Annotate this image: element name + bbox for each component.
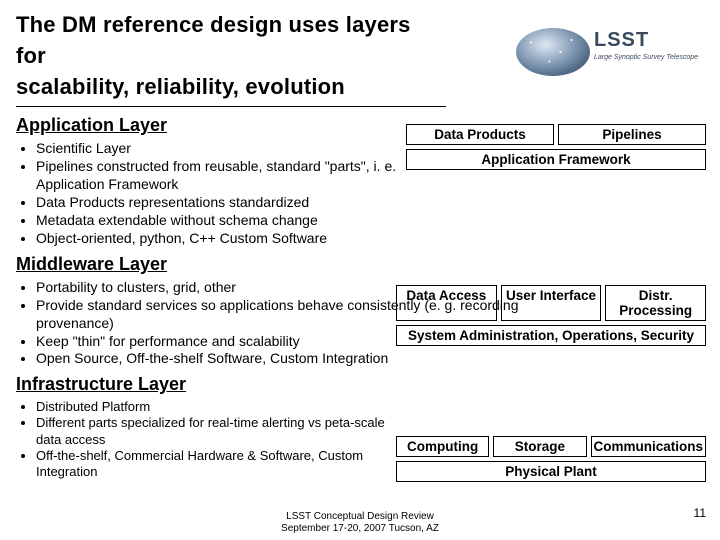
box-distr-processing: Distr. Processing [605, 285, 706, 321]
list-item: Data Products representations standardiz… [36, 194, 436, 212]
slide-footer: LSST Conceptual Design Review September … [0, 511, 720, 534]
title-line2: scalability, reliability, evolution [16, 72, 345, 105]
box-data-products: Data Products [406, 124, 554, 145]
list-item: Metadata extendable without schema chang… [36, 212, 436, 230]
list-item: Object-oriented, python, C++ Custom Soft… [36, 230, 436, 248]
list-item: Scientific Layer [36, 140, 436, 158]
list-item: Pipelines constructed from reusable, sta… [36, 158, 436, 194]
telescope-oval-icon [516, 28, 590, 76]
list-item: Open Source, Off-the-shelf Software, Cus… [36, 350, 536, 368]
title-underline [16, 106, 446, 107]
lsst-logo: LSST Large Synoptic Survey Telescope [516, 28, 706, 86]
list-item: Off-the-shelf, Commercial Hardware & Sof… [36, 448, 396, 480]
infrastructure-layer-heading: Infrastructure Layer [16, 374, 704, 395]
box-application-framework: Application Framework [406, 149, 706, 170]
box-data-access: Data Access [396, 285, 497, 321]
logo-acronym: LSST [594, 30, 706, 50]
footer-line1: LSST Conceptual Design Review [286, 511, 434, 522]
stars-icon [516, 28, 590, 76]
slide: LSST Large Synoptic Survey Telescope The… [0, 0, 720, 540]
middleware-layer-heading: Middleware Layer [16, 254, 704, 275]
list-item: Different parts specialized for real-tim… [36, 415, 396, 447]
box-communications: Communications [591, 436, 707, 457]
page-number: 11 [694, 506, 706, 520]
box-pipelines: Pipelines [558, 124, 706, 145]
infrastructure-layer-bullets: Distributed Platform Different parts spe… [22, 399, 396, 480]
box-physical-plant: Physical Plant [396, 461, 706, 482]
application-layer-boxes: Data Products Pipelines Application Fram… [406, 124, 706, 170]
slide-title: The DM reference design uses layers for … [16, 10, 446, 104]
application-layer-bullets: Scientific Layer Pipelines constructed f… [22, 140, 436, 247]
box-storage: Storage [493, 436, 586, 457]
list-item: Distributed Platform [36, 399, 396, 415]
footer-line2: September 17-20, 2007 Tucson, AZ [281, 523, 439, 534]
middleware-layer-boxes: Data Access User Interface Distr. Proces… [396, 285, 706, 346]
box-computing: Computing [396, 436, 489, 457]
box-sysadmin-ops-security: System Administration, Operations, Secur… [396, 325, 706, 346]
logo-text: LSST Large Synoptic Survey Telescope [594, 30, 706, 62]
box-user-interface: User Interface [501, 285, 602, 321]
logo-fullname: Large Synoptic Survey Telescope [594, 54, 706, 62]
infrastructure-layer-boxes: Computing Storage Communications Physica… [396, 436, 706, 482]
title-line1: The DM reference design uses layers for [16, 12, 411, 68]
